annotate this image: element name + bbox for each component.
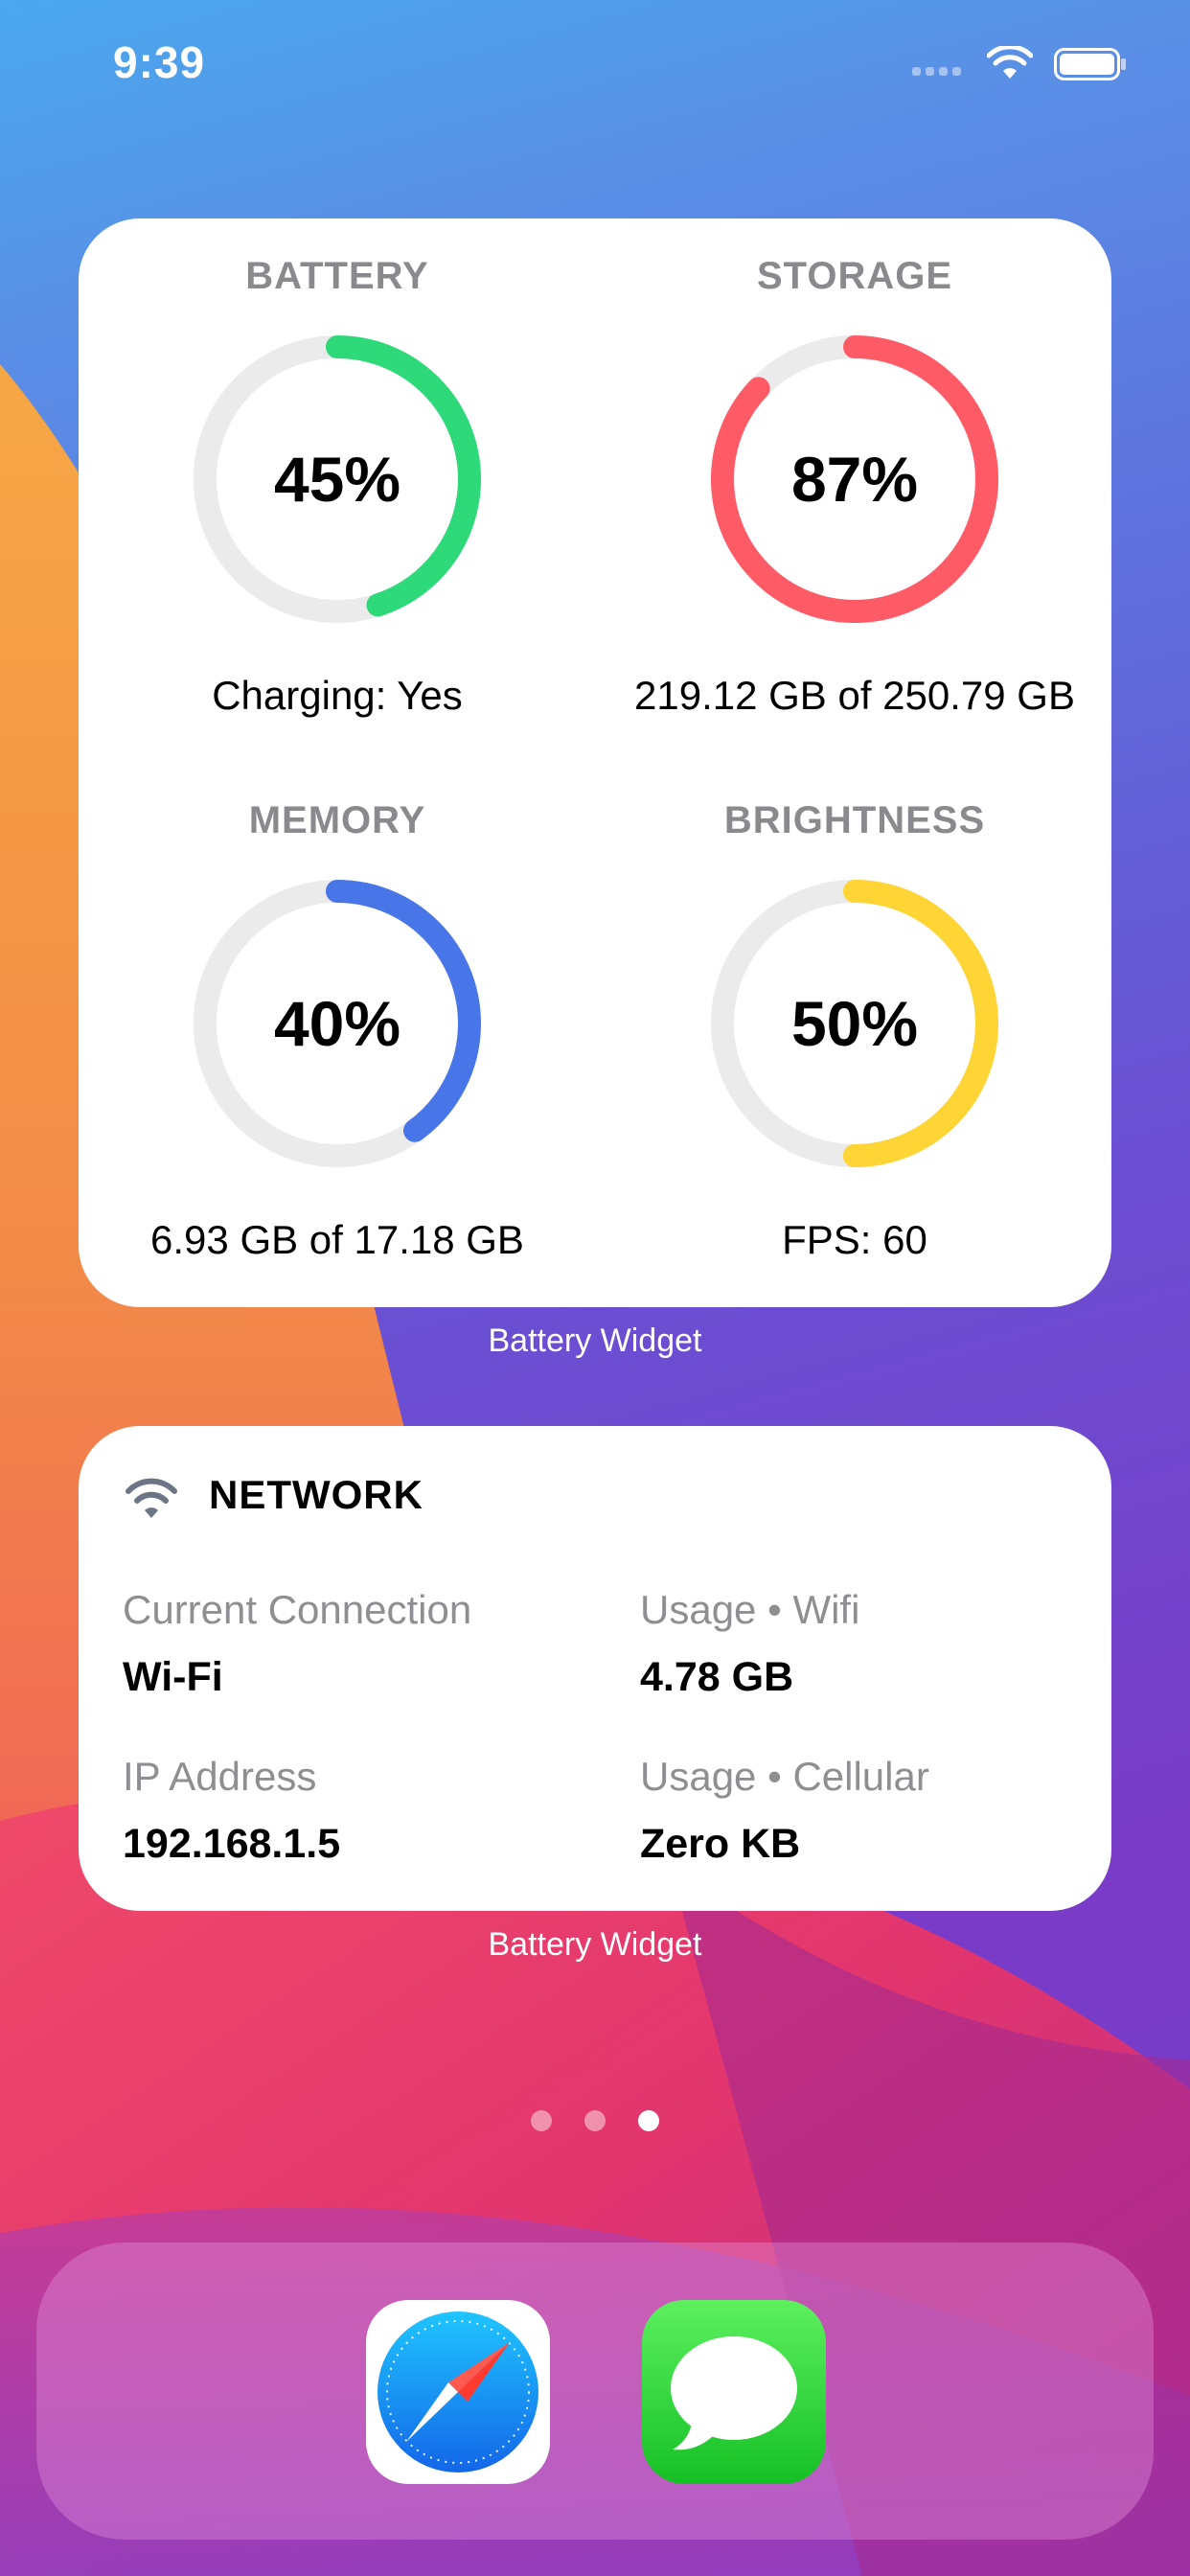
net-label: Usage • Wifi	[640, 1587, 860, 1632]
ip-address: IP Address 192.168.1.5	[123, 1754, 340, 1868]
gauge-value: 87%	[790, 444, 919, 515]
usage-wifi: Usage • Wifi 4.78 GB	[640, 1587, 859, 1701]
page-dot[interactable]	[531, 2110, 552, 2131]
net-value: 192.168.1.5	[123, 1821, 341, 1867]
net-value: 4.78 GB	[640, 1654, 794, 1700]
widget-caption: Battery Widget	[488, 1322, 702, 1359]
status-time: 9:39	[113, 37, 206, 87]
battery-status-icon	[1054, 48, 1126, 80]
network-header: NETWORK	[121, 1464, 423, 1526]
network-title: NETWORK	[209, 1472, 423, 1517]
status-bar: 9:39	[0, 0, 1190, 134]
safari-app[interactable]	[366, 2300, 550, 2484]
widget-caption: Battery Widget	[488, 1926, 702, 1963]
gauge-detail: 219.12 GB of 250.79 GB	[634, 673, 1075, 718]
current-connection: Current Connection Wi-Fi	[123, 1587, 471, 1701]
storage-gauge: STORAGE 87% 219.12 GB of 250.79 GB	[596, 218, 1113, 755]
gauge-title: MEMORY	[248, 799, 426, 841]
gauge-detail: FPS: 60	[782, 1217, 927, 1262]
net-label: Usage • Cellular	[640, 1754, 929, 1799]
messages-icon	[671, 2336, 797, 2450]
cellular-signal-icon	[912, 67, 961, 76]
net-value: Wi-Fi	[123, 1654, 223, 1700]
gauge-value: 50%	[790, 988, 919, 1059]
memory-gauge: MEMORY 40% 6.93 GB of 17.18 GB	[79, 763, 596, 1300]
page-dot[interactable]	[584, 2110, 606, 2131]
page-dot-active[interactable]	[638, 2110, 659, 2131]
gauge-detail: 6.93 GB of 17.18 GB	[150, 1217, 524, 1262]
gauge-title: STORAGE	[756, 255, 953, 297]
brightness-gauge: BRIGHTNESS 50% FPS: 60	[596, 763, 1113, 1300]
net-value: Zero KB	[640, 1821, 801, 1867]
net-label: Current Connection	[123, 1587, 472, 1632]
gauge-detail: Charging: Yes	[212, 673, 463, 718]
safari-icon	[378, 2312, 538, 2472]
gauge-title: BRIGHTNESS	[723, 799, 986, 841]
battery-gauge: BATTERY 45% Charging: Yes	[79, 218, 596, 755]
wifi-icon	[126, 1478, 177, 1518]
net-label: IP Address	[123, 1754, 317, 1799]
usage-cellular: Usage • Cellular Zero KB	[640, 1754, 929, 1868]
messages-app[interactable]	[642, 2300, 826, 2484]
stats-widget[interactable]: BATTERY 45% Charging: Yes STORAGE 87% 21…	[79, 218, 1111, 1307]
gauge-title: BATTERY	[245, 255, 429, 297]
gauge-value: 45%	[273, 444, 401, 515]
page-indicator[interactable]	[0, 2110, 1190, 2131]
network-widget[interactable]: NETWORK Current Connection Wi-Fi Usage •…	[79, 1426, 1111, 1911]
wifi-status-icon	[987, 46, 1033, 79]
gauge-value: 40%	[273, 988, 401, 1059]
dock	[36, 2242, 1154, 2540]
